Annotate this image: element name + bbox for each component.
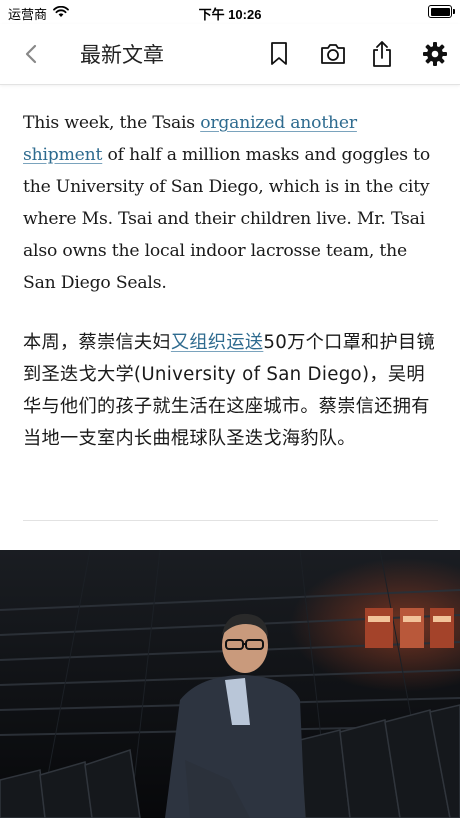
status-bar: 运营商 下午 10:26 (0, 0, 460, 24)
page-title: 最新文章 (80, 43, 164, 67)
settings-button[interactable] (420, 39, 450, 69)
paragraph-chinese: 本周，蔡崇信夫妇又组织运送50万个口罩和护目镜到圣迭戈大学(University… (23, 327, 438, 455)
camera-button[interactable] (318, 39, 348, 69)
bookmark-button[interactable] (264, 39, 294, 69)
back-icon (25, 44, 37, 64)
gear-icon (423, 42, 447, 66)
arena-photo-illustration (0, 550, 460, 818)
camera-icon (321, 44, 345, 64)
article-photo[interactable] (0, 550, 460, 818)
status-time: 下午 10:26 (198, 7, 262, 22)
back-button[interactable] (18, 40, 46, 68)
paragraph-english: This week, the Tsais organized another s… (23, 107, 438, 299)
paragraph-chinese-text-1: 本周，蔡崇信夫妇 (23, 332, 171, 353)
paragraph-english-text-2: of half a million masks and goggles to t… (23, 145, 431, 293)
section-divider (23, 520, 438, 521)
status-right (428, 5, 455, 18)
bookmark-icon (271, 42, 287, 65)
battery-icon (428, 5, 455, 18)
nav-bar: 最新文章 (0, 24, 460, 85)
share-button[interactable] (367, 39, 397, 69)
share-icon (373, 41, 391, 67)
paragraph-english-text-1: This week, the Tsais (23, 113, 201, 133)
article-link-chinese[interactable]: 又组织运送 (171, 332, 263, 353)
article-body: This week, the Tsais organized another s… (23, 107, 438, 455)
